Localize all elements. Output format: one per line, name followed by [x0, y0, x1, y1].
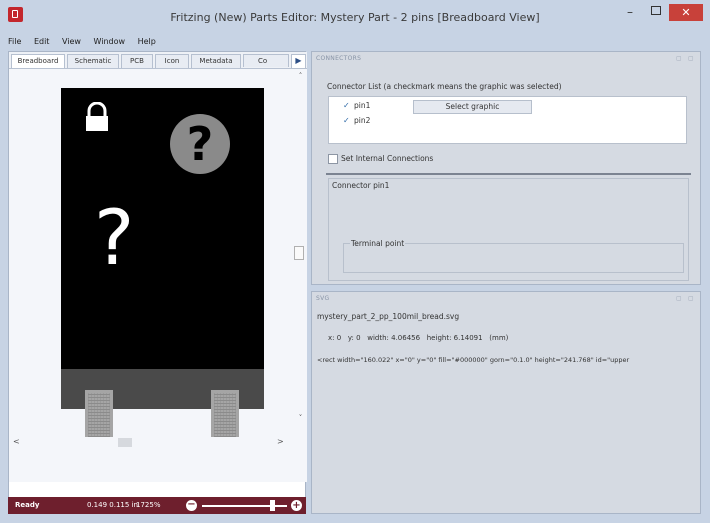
zoom-out-button[interactable]: −	[186, 500, 197, 511]
application-window: Fritzing (New) Parts Editor: Mystery Par…	[0, 0, 710, 523]
dock-close-icon[interactable]: ▢	[688, 295, 694, 302]
dock-float-icon[interactable]: ▢	[676, 55, 682, 62]
dock-float-icon[interactable]: ▢	[676, 295, 682, 302]
tab-connectors[interactable]: Co	[243, 54, 289, 67]
zoom-slider-thumb[interactable]	[270, 500, 275, 511]
menu-edit[interactable]: Edit	[34, 37, 50, 46]
menu-view[interactable]: View	[62, 37, 81, 46]
window-title: Fritzing (New) Parts Editor: Mystery Par…	[170, 11, 540, 24]
menu-help[interactable]: Help	[138, 37, 156, 46]
zoom-level[interactable]: 1725%	[136, 501, 160, 509]
tab-breadboard[interactable]: Breadboard	[11, 54, 65, 68]
checkmark-icon: ✓	[343, 116, 350, 125]
splitter[interactable]	[326, 173, 691, 175]
tab-icon[interactable]: Icon	[155, 54, 189, 68]
tab-schematic[interactable]: Schematic	[67, 54, 119, 68]
scroll-down-arrow[interactable]: ˅	[294, 414, 307, 422]
horizontal-scrollbar[interactable]: < >	[9, 437, 294, 449]
horizontal-scroll-thumb[interactable]	[118, 438, 132, 447]
svg-x: x: 0	[328, 334, 342, 342]
terminal-point-label: Terminal point	[350, 239, 406, 248]
scroll-left-arrow[interactable]: <	[13, 437, 20, 446]
scroll-up-arrow[interactable]: ˄	[294, 72, 307, 80]
vertical-scrollbar[interactable]: ˄ ˅	[294, 69, 307, 434]
lock-icon	[86, 102, 108, 131]
svg-height: height: 6.14091	[426, 334, 483, 342]
connector-groupbox-title: Connector pin1	[332, 181, 390, 190]
svg-units: (mm)	[489, 334, 509, 342]
zoom-in-button[interactable]: +	[291, 500, 302, 511]
question-mark-icon: ?	[170, 114, 230, 174]
status-text: Ready	[15, 501, 40, 509]
close-button[interactable]: ✕	[669, 4, 703, 21]
tab-pcb[interactable]: PCB	[121, 54, 153, 68]
view-panel: Breadboard Schematic PCB Icon Metadata C…	[8, 51, 307, 514]
svg-y: y: 0	[347, 334, 361, 342]
internal-connections-label[interactable]: Set Internal Connections	[341, 154, 433, 163]
maximize-button[interactable]	[644, 6, 668, 20]
large-question-mark: ?	[94, 193, 135, 282]
tab-metadata[interactable]: Metadata	[191, 54, 241, 68]
menu-window[interactable]: Window	[94, 37, 126, 46]
checkmark-icon: ✓	[343, 101, 350, 110]
select-graphic-button[interactable]: Select graphic	[413, 100, 532, 114]
menu-file[interactable]: File	[8, 37, 21, 46]
scroll-right-arrow[interactable]: >	[277, 437, 284, 446]
svg-panel-title: SVG	[316, 295, 330, 302]
connector-groupbox: Connector pin1 Terminal point	[328, 178, 689, 281]
svg-dimensions: x: 0 y: 0 width: 4.06456 height: 6.14091…	[328, 334, 508, 342]
cursor-coordinates: 0.149 0.115 in	[87, 501, 138, 509]
internal-connections-checkbox[interactable]	[328, 154, 338, 164]
connector-name: pin1	[354, 101, 371, 110]
connectors-panel: CONNECTORS ▢ ▢ Connector List (a checkma…	[311, 51, 701, 285]
connectors-panel-title: CONNECTORS	[316, 55, 362, 62]
svg-element-source: <rect width="160.022" x="0" y="0" fill="…	[317, 356, 630, 364]
breadboard-canvas[interactable]: ? ? ˄ ˅ < >	[9, 69, 307, 482]
menu-bar: File Edit View Window Help	[8, 37, 308, 50]
status-bar: Ready 0.149 0.115 in 1725% − +	[8, 497, 306, 514]
svg-panel: SVG ▢ ▢ mystery_part_2_pp_100mil_bread.s…	[311, 291, 701, 514]
list-item[interactable]: ✓ pin2	[329, 114, 686, 128]
connector-name: pin2	[354, 116, 371, 125]
connector-list-label: Connector List (a checkmark means the gr…	[327, 82, 562, 91]
maximize-icon	[651, 6, 661, 15]
minimize-button[interactable]: –	[618, 6, 642, 20]
vertical-scroll-thumb[interactable]	[294, 246, 304, 260]
title-bar[interactable]: Fritzing (New) Parts Editor: Mystery Par…	[0, 0, 710, 36]
svg-filename: mystery_part_2_pp_100mil_bread.svg	[317, 312, 460, 321]
view-tabs: Breadboard Schematic PCB Icon Metadata C…	[9, 52, 307, 69]
dock-close-icon[interactable]: ▢	[688, 55, 694, 62]
connector-list: ✓ pin1 Select graphic ✓ pin2	[328, 96, 687, 144]
svg-width: width: 4.06456	[367, 334, 421, 342]
terminal-point-groupbox: Terminal point	[343, 239, 684, 273]
tab-scroll-right-button[interactable]: ▶	[291, 54, 306, 69]
list-item[interactable]: ✓ pin1 Select graphic	[329, 99, 686, 114]
